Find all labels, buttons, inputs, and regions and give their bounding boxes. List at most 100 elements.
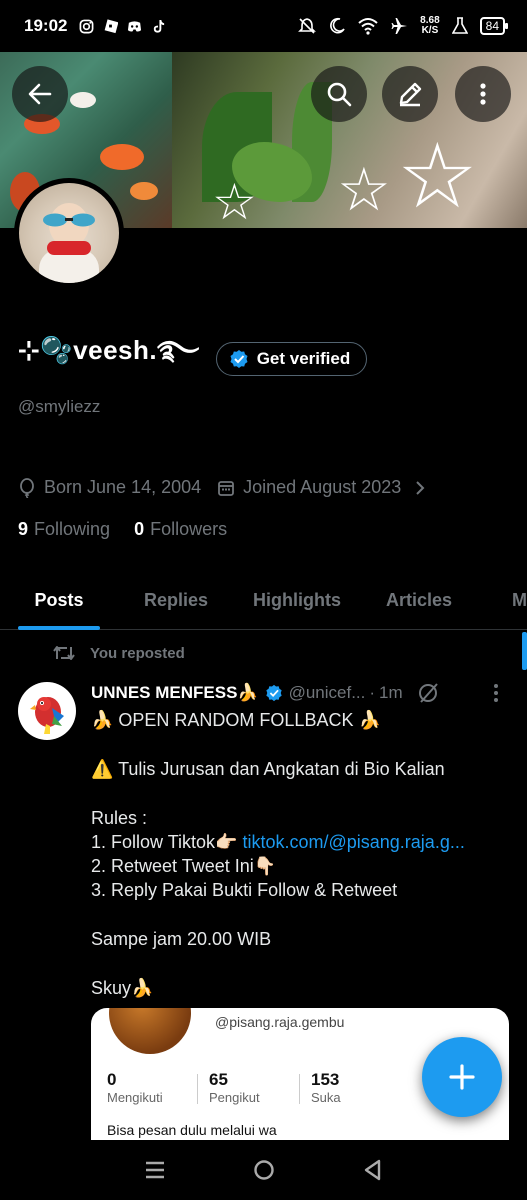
do-not-disturb-icon	[330, 17, 345, 34]
repost-label: You reposted	[90, 644, 185, 662]
compose-button[interactable]	[422, 1037, 502, 1117]
status-time: 19:02	[24, 16, 68, 35]
repost-indicator: You reposted	[52, 643, 185, 663]
post-time-separator: ·	[369, 683, 376, 702]
tab-posts-label: Posts	[34, 589, 84, 610]
profile-meta: Born June 14, 2004 Joined August 2023	[18, 477, 427, 498]
mute-icon	[298, 18, 317, 34]
verified-badge-icon	[265, 684, 282, 702]
battery-icon: 84	[479, 17, 509, 35]
profile-avatar[interactable]	[14, 178, 124, 288]
media-stat: 153 Suka	[299, 1070, 413, 1105]
post-author-name[interactable]: UNNES MENFESS🍌	[91, 683, 259, 703]
post-line: Rules :	[91, 808, 148, 828]
display-name: ⊹🫧veesh.࿐	[18, 335, 200, 365]
net-speed-unit: K/S	[421, 25, 439, 36]
search-button[interactable]	[311, 66, 367, 122]
profile-handle: @smyliezz	[18, 397, 101, 416]
joined[interactable]: Joined August 2023	[217, 477, 427, 498]
repost-icon	[53, 646, 75, 660]
more-button[interactable]	[455, 66, 511, 122]
followers-label: Followers	[150, 519, 228, 539]
post-line: 2. Retweet Tweet Ini👇🏻	[91, 856, 277, 876]
edit-button[interactable]	[382, 66, 438, 122]
media-description: Bisa pesan dulu melalui wa	[107, 1122, 277, 1138]
chevron-right-icon	[416, 480, 425, 495]
post-line: Skuy🍌	[91, 978, 154, 998]
tiktok-icon	[154, 19, 165, 33]
following-count: 9	[18, 519, 29, 539]
arrow-left-icon	[28, 83, 52, 105]
media-handle: @pisang.raja.gembu	[215, 1014, 345, 1030]
home-icon	[253, 1160, 274, 1180]
media-profile-photo	[109, 1008, 191, 1054]
post-time: 1m	[379, 683, 403, 702]
tab-highlights[interactable]: Highlights	[234, 570, 360, 630]
calendar-icon	[218, 480, 235, 496]
following-link[interactable]: 9 Following	[18, 519, 110, 540]
post-line-with-link: 1. Follow Tiktok👉🏻 tiktok.com/@pisang.ra…	[91, 830, 511, 854]
profile-tabs: Posts Replies Highlights Articles M	[0, 570, 527, 630]
scrollbar[interactable]	[522, 632, 527, 670]
media-stat-label: Suka	[311, 1090, 341, 1105]
verified-badge-icon	[230, 349, 248, 368]
back-button[interactable]	[12, 66, 68, 122]
tab-replies[interactable]: Replies	[118, 570, 234, 630]
get-verified-label: Get verified	[256, 348, 351, 368]
tab-posts[interactable]: Posts	[0, 570, 118, 630]
tab-media-label: M	[512, 589, 527, 610]
post-line: ⚠️ Tulis Jurusan dan Angkatan di Bio Kal…	[91, 759, 445, 779]
birthday: Born June 14, 2004	[18, 477, 201, 498]
tab-media[interactable]: M	[478, 570, 527, 630]
recents-button[interactable]	[140, 1155, 170, 1185]
tab-articles[interactable]: Articles	[360, 570, 478, 630]
status-bar: 19:02 8.68 K/S 84	[0, 0, 527, 52]
following-label: Following	[34, 519, 111, 539]
media-stats: 0 Mengikuti 65 Pengikut 153 Suka	[107, 1070, 413, 1105]
media-stat: 65 Pengikut	[197, 1070, 311, 1105]
joined-text: Joined August 2023	[243, 477, 402, 497]
media-stat-value: 0	[107, 1070, 117, 1089]
home-button[interactable]	[249, 1155, 279, 1185]
network-speed: 8.68 K/S	[420, 16, 439, 36]
plus-icon	[449, 1064, 475, 1090]
post-line: 🍌 OPEN RANDOM FOLLBACK 🍌	[91, 710, 381, 730]
post-text[interactable]: 🍌 OPEN RANDOM FOLLBACK 🍌 ⚠️ Tulis Jurusa…	[91, 708, 511, 1000]
media-stat-label: Pengikut	[209, 1090, 260, 1105]
post-line: Sampe jam 20.00 WIB	[91, 929, 272, 949]
post-author-avatar[interactable]	[18, 682, 76, 740]
avatar-image	[19, 183, 119, 283]
discord-icon	[128, 20, 142, 31]
post-author-handle: @unicef...	[288, 683, 366, 702]
media-stat-value: 153	[311, 1070, 340, 1089]
follow-stats: 9 Following 0 Followers	[18, 519, 227, 540]
wifi-icon	[358, 18, 378, 35]
grok-icon[interactable]	[417, 682, 439, 704]
tiktok-link[interactable]: tiktok.com/@pisang.raja.g...	[242, 832, 464, 852]
post-line: 3. Reply Pakai Bukti Follow & Retweet	[91, 880, 398, 900]
parrot-icon	[30, 697, 64, 734]
roblox-icon	[105, 18, 119, 33]
search-icon	[327, 82, 352, 107]
media-stat: 0 Mengikuti	[107, 1070, 209, 1105]
instagram-icon	[80, 19, 94, 33]
recents-icon	[145, 1161, 164, 1179]
post-header: UNNES MENFESS🍌 @unicef... · 1m	[91, 682, 511, 704]
back-icon	[364, 1159, 380, 1181]
media-stat-value: 65	[209, 1070, 228, 1089]
profile-name-row: ⊹🫧veesh.࿐ Get verified	[18, 322, 368, 395]
back-nav-button[interactable]	[358, 1155, 388, 1185]
get-verified-button[interactable]: Get verified	[215, 341, 368, 376]
birthday-text: Born June 14, 2004	[44, 477, 202, 497]
lab-icon	[451, 17, 468, 34]
system-nav-bar	[0, 1140, 527, 1200]
followers-count: 0	[134, 519, 145, 539]
tab-replies-label: Replies	[143, 589, 209, 610]
airplane-icon	[391, 18, 408, 34]
more-vertical-icon	[480, 83, 486, 105]
post-more-icon[interactable]	[493, 683, 499, 703]
followers-link[interactable]: 0 Followers	[134, 519, 227, 540]
balloon-icon	[20, 477, 34, 498]
media-stat-label: Mengikuti	[107, 1090, 163, 1105]
pencil-icon	[399, 82, 422, 107]
